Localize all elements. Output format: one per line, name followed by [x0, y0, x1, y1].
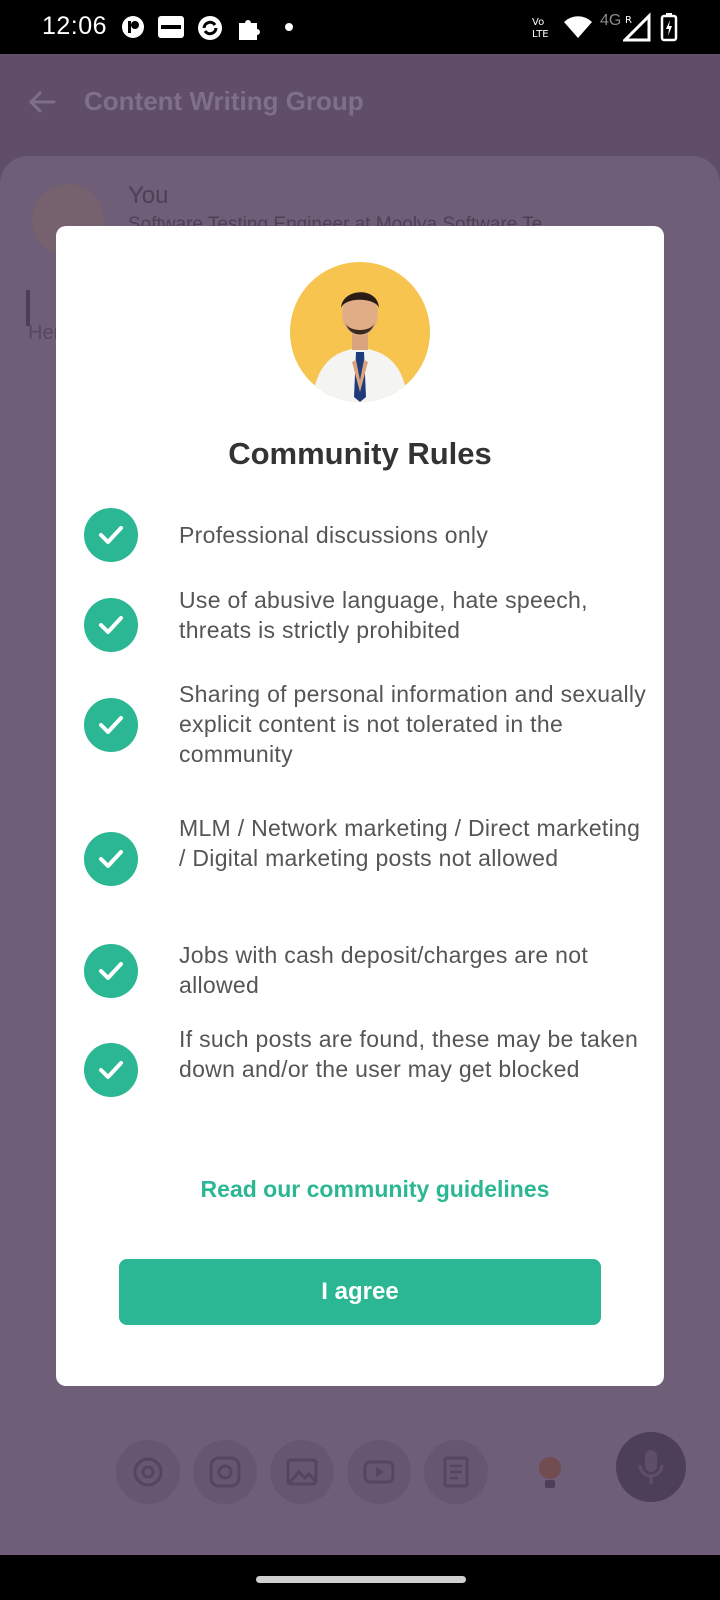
navigation-bar	[0, 1555, 720, 1600]
svg-text:R: R	[625, 15, 632, 26]
check-icon	[84, 598, 138, 652]
rule-text: Jobs with cash deposit/charges are not a…	[179, 942, 589, 998]
home-gesture-handle[interactable]	[256, 1576, 466, 1583]
battery-charging-icon	[660, 13, 678, 42]
rule-text: Sharing of personal information and sexu…	[179, 681, 647, 767]
community-rules-dialog: Community Rules Professional discussions…	[56, 226, 664, 1386]
volte-icon: Vo LTE	[532, 17, 549, 40]
svg-text:LTE: LTE	[532, 29, 549, 40]
rule-text: Use of abusive language, hate speech, th…	[179, 587, 588, 643]
check-icon	[84, 698, 138, 752]
signal-icon: R	[623, 12, 651, 42]
status-bar: 12:06 Vo LTE 4G R	[0, 0, 720, 54]
community-guidelines-link[interactable]: Read our community guidelines	[56, 1176, 664, 1203]
rule-text: Professional discussions only	[179, 522, 489, 548]
svg-text:Vo: Vo	[532, 17, 544, 28]
sync-icon	[198, 16, 222, 40]
check-icon	[84, 832, 138, 886]
zomato-icon	[158, 16, 184, 38]
app-notification-icon	[122, 16, 144, 38]
host-avatar	[290, 262, 430, 402]
rule-text: If such posts are found, these may be ta…	[179, 1026, 639, 1082]
puzzle-icon	[239, 20, 260, 40]
check-icon	[84, 944, 138, 998]
network-type-label: 4G	[600, 12, 622, 29]
person-illustration-icon	[290, 262, 430, 402]
dialog-title: Community Rules	[228, 436, 492, 471]
wifi-icon	[564, 16, 592, 38]
check-icon	[84, 1043, 138, 1097]
agree-button[interactable]: I agree	[119, 1259, 601, 1325]
check-icon	[84, 508, 138, 562]
status-time: 12:06	[42, 12, 108, 40]
rule-text: MLM / Network marketing / Direct marketi…	[179, 815, 641, 871]
more-notifications-dot-icon	[285, 23, 293, 31]
